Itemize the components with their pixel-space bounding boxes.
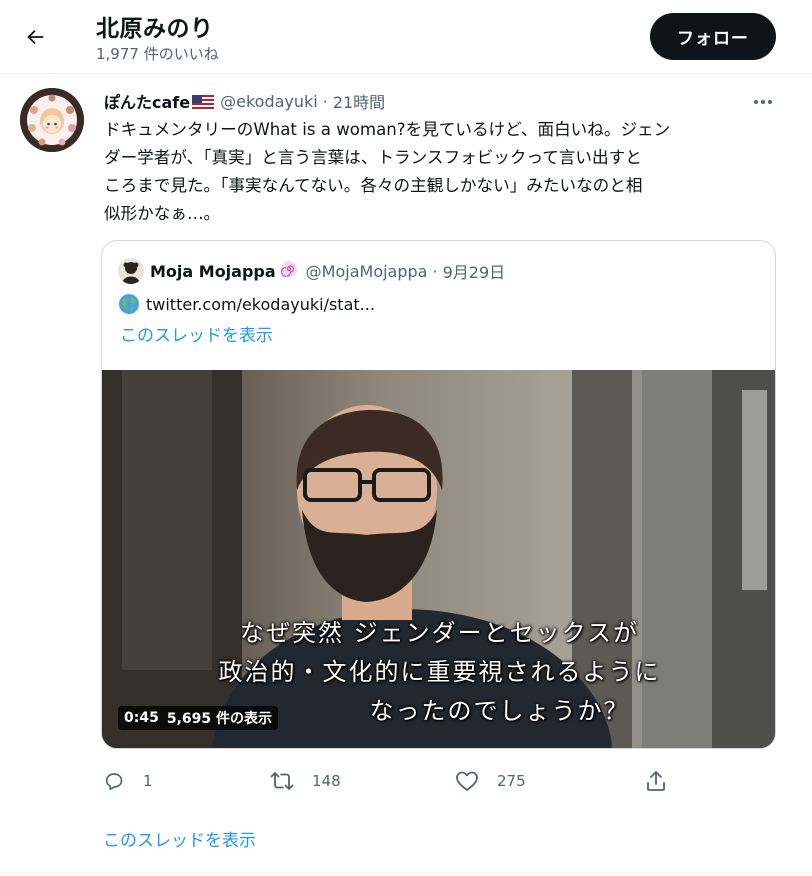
video-subtitle-line: なぜ突然 ジェンダーとセックスが — [240, 619, 639, 647]
separator-dot: · — [322, 91, 328, 111]
quote-date[interactable]: 9月29日 — [443, 259, 506, 283]
page-title: 北原みのり — [96, 16, 214, 42]
reply-icon — [105, 773, 123, 791]
video-info-badge: 0:45 5,695 件の表示 — [118, 706, 278, 730]
retweet-button[interactable]: 148 — [270, 766, 341, 796]
video-player[interactable]: なぜ突然 ジェンダーとセックスが 政治的・文化的に重要視されるように なったので… — [102, 370, 775, 748]
share-icon — [647, 771, 665, 791]
quote-link-text[interactable]: twitter.com/ekodayuki/stat... — [146, 295, 375, 314]
author-handle[interactable]: @ekodayuki — [220, 92, 318, 111]
back-arrow-icon — [27, 29, 44, 45]
quote-author-handle[interactable]: @MojaMojappa — [306, 262, 428, 281]
quote-body: twitter.com/ekodayuki/stat... — [118, 291, 375, 317]
quote-avatar — [118, 258, 144, 284]
video-subtitle-line: 政治的・文化的に重要視されるように — [218, 658, 661, 686]
tweet-text-line: ドキュメンタリーのWhat is a woman?を見ているけど、面白いね。ジェ… — [104, 120, 671, 139]
like-button[interactable]: 275 — [455, 766, 526, 796]
quote-header: Moja Mojappa @MojaMojappa · 9月29日 — [118, 258, 506, 284]
follow-button[interactable]: フォロー — [650, 13, 776, 60]
avatar[interactable] — [20, 88, 84, 152]
like-count: 275 — [497, 772, 526, 790]
author-name[interactable]: ぽんたcafe — [104, 89, 190, 113]
tweet-time[interactable]: 21時間 — [333, 89, 385, 113]
back-button[interactable] — [18, 20, 52, 54]
quote-show-thread-link[interactable]: このスレッドを表示 — [120, 321, 273, 346]
likes-count: 1,977 件のいいね — [96, 45, 219, 63]
reply-button[interactable]: 1 — [103, 766, 153, 796]
page-header: 北原みのり 1,977 件のいいね フォロー — [0, 0, 812, 74]
tweet-text-line: 似形かなぁ…。 — [104, 204, 221, 223]
reply-count: 1 — [143, 772, 153, 790]
quote-author-name[interactable]: Moja Mojappa — [150, 262, 276, 281]
retweet-count: 148 — [312, 772, 341, 790]
tweet-header: ぽんたcafe @ekodayuki · 21時間 — [104, 89, 385, 113]
heart-icon — [456, 771, 478, 791]
globe-icon — [118, 293, 140, 315]
separator-dot: · — [432, 261, 438, 281]
video-duration: 0:45 — [124, 710, 159, 726]
spiral-icon — [280, 260, 298, 282]
show-thread-link[interactable]: このスレッドを表示 — [103, 826, 256, 851]
retweet-icon — [270, 772, 294, 790]
tweet-text-line: ころまで見た。「事実なんてない。各々の主観しかない」みたいなのと相 — [104, 176, 643, 195]
more-options-icon[interactable] — [748, 90, 778, 114]
quote-tweet-card[interactable]: Moja Mojappa @MojaMojappa · 9月29日 twitte… — [101, 240, 776, 749]
tweet-text: ドキュメンタリーのWhat is a woman?を見ているけど、面白いね。ジェ… — [104, 116, 794, 228]
video-views: 5,695 件の表示 — [166, 711, 272, 727]
us-flag-icon — [192, 94, 215, 109]
share-button[interactable] — [645, 766, 685, 796]
divider — [0, 872, 812, 873]
tweet-text-line: ダー学者が、「真実」と言う言葉は、トランスフォビックって言い出すと — [104, 148, 642, 167]
